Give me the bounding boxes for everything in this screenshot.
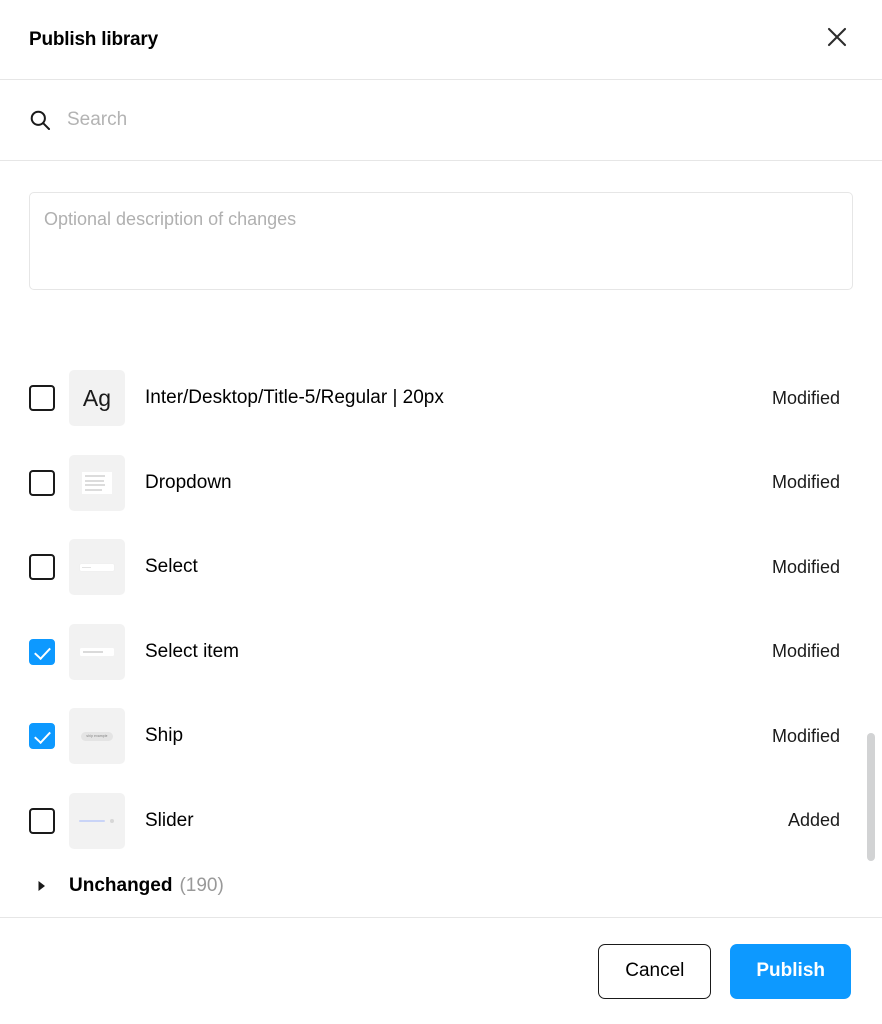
page-title: Publish library: [29, 28, 158, 50]
item-thumbnail-ship: ship example: [69, 708, 125, 765]
dropdown-preview-icon: [82, 471, 112, 494]
row-checkbox[interactable]: [29, 554, 55, 581]
unchanged-group-label: Unchanged: [69, 875, 173, 896]
close-button[interactable]: [820, 23, 854, 57]
table-row[interactable]: ship example Ship Modified: [29, 694, 882, 779]
publish-library-dialog: Publish library Ag: [0, 0, 882, 1024]
row-checkbox[interactable]: [29, 723, 55, 750]
status-badge: Modified: [771, 556, 840, 577]
table-row[interactable]: Ag Inter/Desktop/Title-5/Regular | 20px …: [29, 356, 882, 441]
table-row[interactable]: Dropdown Modified: [29, 441, 882, 526]
item-label: Ship: [145, 725, 184, 747]
item-label: Slider: [145, 809, 194, 831]
item-label: Select item: [145, 640, 239, 662]
item-thumbnail-typography: Ag: [69, 370, 125, 427]
dialog-body: Ag Inter/Desktop/Title-5/Regular | 20px …: [0, 161, 882, 917]
description-textarea[interactable]: [29, 192, 853, 290]
table-row[interactable]: Select Modified: [29, 525, 882, 610]
row-checkbox[interactable]: [29, 385, 55, 412]
unchanged-group-count: (190): [179, 875, 224, 896]
scrollbar-thumb[interactable]: [867, 733, 875, 861]
status-badge: Modified: [771, 725, 840, 746]
select-preview-icon: [80, 563, 114, 571]
status-badge: Added: [787, 810, 840, 831]
status-badge: Modified: [771, 641, 840, 662]
dialog-header: Publish library: [0, 0, 882, 80]
publish-button[interactable]: Publish: [730, 943, 851, 999]
search-bar: [0, 80, 882, 161]
row-checkbox[interactable]: [29, 638, 55, 665]
search-icon: [29, 109, 51, 131]
item-label: Select: [145, 556, 198, 578]
item-thumbnail-select-item: [69, 623, 125, 680]
item-thumbnail-select: [69, 539, 125, 596]
item-label: Inter/Desktop/Title-5/Regular | 20px: [145, 387, 444, 409]
triangle-right-icon: [31, 880, 53, 892]
dialog-footer: Cancel Publish: [0, 917, 882, 1024]
row-checkbox[interactable]: [29, 469, 55, 496]
slider-preview-icon: [79, 817, 115, 825]
search-input[interactable]: [67, 109, 853, 131]
close-icon: [826, 26, 848, 53]
status-badge: Modified: [771, 387, 840, 408]
item-label: Dropdown: [145, 471, 232, 493]
item-thumbnail-slider: [69, 792, 125, 849]
thumbnail-ag-text: Ag: [82, 384, 112, 411]
table-row[interactable]: Select item Modified: [29, 610, 882, 695]
item-thumbnail-dropdown: [69, 454, 125, 511]
changed-items-list: Ag Inter/Desktop/Title-5/Regular | 20px …: [29, 356, 882, 909]
table-row[interactable]: Slider Added: [29, 779, 882, 864]
row-checkbox[interactable]: [29, 807, 55, 834]
cancel-button[interactable]: Cancel: [598, 943, 712, 999]
ship-preview-icon: ship example: [81, 731, 113, 741]
select-item-preview-icon: [80, 647, 114, 656]
unchanged-group-toggle[interactable]: Unchanged (190): [29, 863, 882, 909]
status-badge: Modified: [771, 472, 840, 493]
